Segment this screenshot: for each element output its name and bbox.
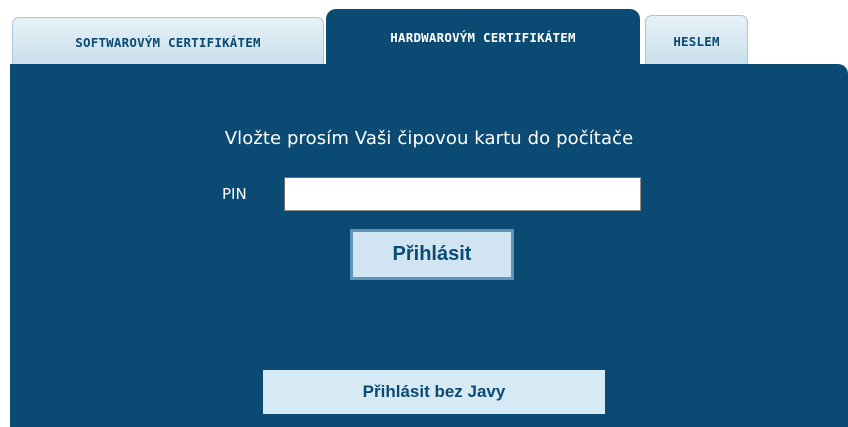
pin-label: PIN	[222, 185, 247, 203]
tab-software-certificate-label: SOFTWAROVÝM CERTIFIKÁTEM	[75, 34, 261, 50]
hardware-login-panel: Vložte prosím Vaši čipovou kartu do počí…	[10, 64, 848, 427]
login-widget: SOFTWAROVÝM CERTIFIKÁTEM HESLEM HARDWARO…	[0, 0, 848, 427]
login-button[interactable]: Přihlásit	[350, 229, 514, 280]
smartcard-prompt: Vložte prosím Vaši čipovou kartu do počí…	[224, 128, 634, 149]
tab-password-label: HESLEM	[673, 33, 720, 49]
login-without-java-button[interactable]: Přihlásit bez Javy	[263, 370, 605, 414]
tab-hardware-certificate-label: HARDWAROVÝM CERTIFIKÁTEM	[390, 30, 576, 45]
pin-input[interactable]	[284, 177, 641, 211]
tab-hardware-certificate[interactable]: HARDWAROVÝM CERTIFIKÁTEM	[326, 9, 640, 66]
tab-password[interactable]: HESLEM	[645, 15, 748, 66]
tab-software-certificate[interactable]: SOFTWAROVÝM CERTIFIKÁTEM	[12, 17, 324, 66]
